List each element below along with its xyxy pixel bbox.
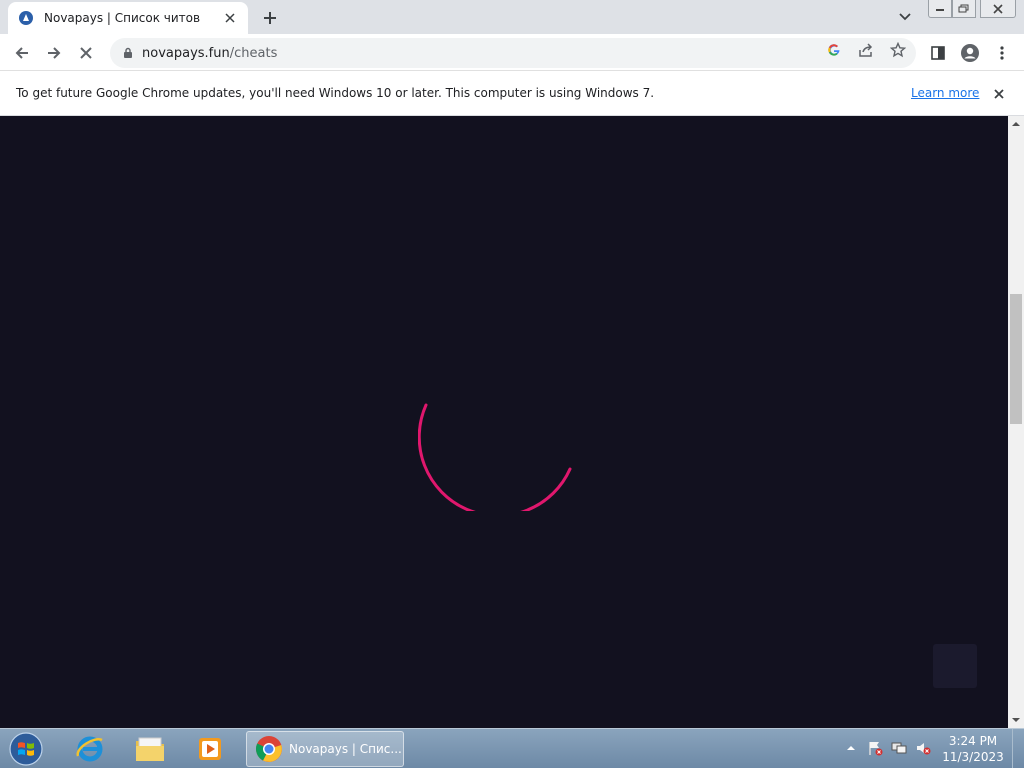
share-icon[interactable] — [857, 41, 875, 59]
clock-date: 11/3/2023 — [942, 750, 1004, 764]
taskbar-chrome-window[interactable]: Novapays | Спис... — [246, 731, 404, 767]
scroll-up-icon[interactable] — [1012, 120, 1020, 128]
clock-time: 3:24 PM — [948, 734, 998, 748]
learn-more-link[interactable]: Learn more — [911, 86, 979, 100]
url-text[interactable]: novapays.fun/cheats — [142, 46, 916, 61]
media-player-icon[interactable] — [184, 732, 236, 766]
bookmark-star-icon[interactable] — [889, 41, 907, 59]
google-lens-icon[interactable] — [825, 41, 843, 59]
infobar-message: To get future Google Chrome updates, you… — [16, 86, 655, 100]
volume-muted-icon[interactable] — [914, 739, 932, 757]
file-explorer-icon[interactable] — [124, 732, 176, 766]
close-tab-icon[interactable] — [222, 10, 238, 26]
browser-tab[interactable]: Novapays | Список читов — [8, 2, 248, 34]
internet-explorer-icon[interactable] — [64, 732, 116, 766]
close-infobar-icon[interactable] — [990, 85, 1008, 103]
lock-icon[interactable] — [120, 45, 136, 61]
windows-taskbar: Novapays | Спис... 3:24 PM 11/3/2023 — [0, 728, 1024, 768]
tab-title: Novapays | Список читов — [44, 11, 201, 25]
floating-action-button[interactable] — [933, 644, 977, 688]
chrome-icon — [255, 736, 282, 762]
tab-search-button[interactable] — [894, 6, 916, 28]
side-panel-button[interactable] — [924, 39, 952, 67]
new-tab-button[interactable] — [258, 6, 282, 30]
action-center-flag-icon[interactable] — [866, 739, 884, 757]
page-content — [0, 116, 1008, 728]
menu-kebab-icon[interactable] — [988, 39, 1016, 67]
scroll-down-icon[interactable] — [1012, 716, 1020, 724]
stop-loading-button[interactable] — [72, 39, 100, 67]
url-host: novapays.fun — [142, 45, 230, 61]
network-icon[interactable] — [890, 739, 908, 757]
update-infobar: To get future Google Chrome updates, you… — [0, 71, 1024, 116]
show-desktop-button[interactable] — [1012, 729, 1024, 768]
profile-avatar[interactable] — [956, 39, 984, 67]
address-bar[interactable]: novapays.fun/cheats — [110, 38, 916, 68]
page-scrollbar[interactable] — [1008, 116, 1024, 728]
start-button[interactable] — [6, 731, 46, 767]
taskbar-window-title: Novapays | Спис... — [289, 742, 402, 756]
browser-toolbar: novapays.fun/cheats — [0, 34, 1024, 71]
url-path: /cheats — [229, 45, 278, 61]
close-window-button[interactable] — [980, 0, 1016, 18]
restore-button[interactable] — [952, 0, 976, 18]
minimize-button[interactable] — [928, 0, 952, 18]
tab-strip: Novapays | Список читов — [0, 0, 1024, 34]
taskbar-clock[interactable]: 3:24 PM 11/3/2023 — [940, 733, 1006, 765]
forward-button[interactable] — [40, 39, 68, 67]
back-button[interactable] — [8, 39, 36, 67]
loading-spinner — [418, 403, 572, 511]
show-hidden-icons-button[interactable] — [842, 739, 860, 757]
novapays-logo-icon — [18, 10, 34, 26]
scrollbar-thumb[interactable] — [1010, 294, 1022, 424]
